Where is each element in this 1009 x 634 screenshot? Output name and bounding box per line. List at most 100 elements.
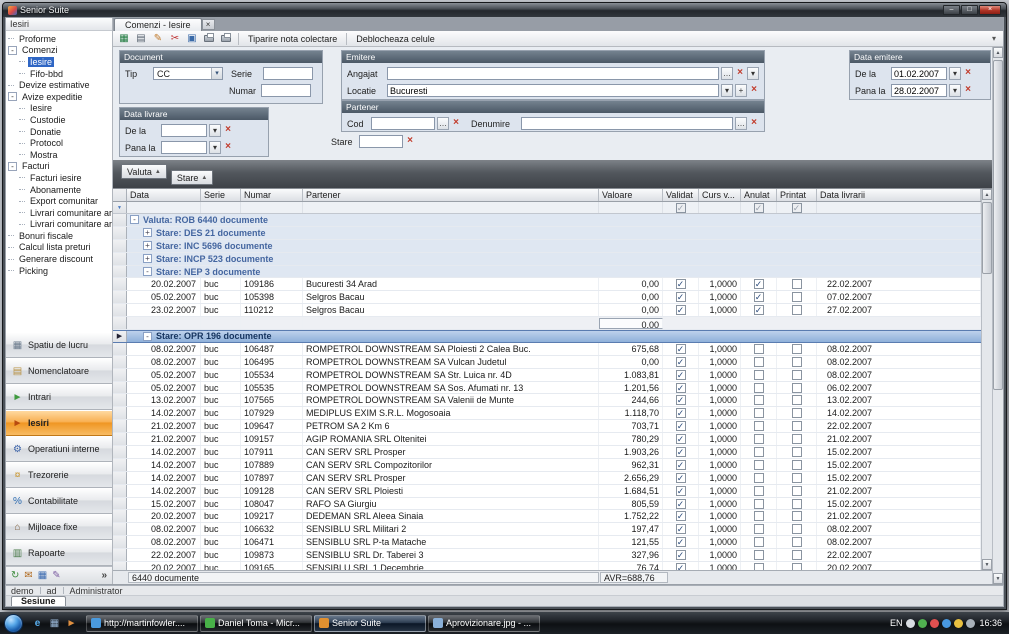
refresh-icon[interactable]: ↻	[11, 570, 19, 581]
group-row[interactable]: ▶-Stare: OPR 196 documente	[113, 330, 981, 343]
deblocheaza-celule-button[interactable]: Deblocheaza celule	[351, 32, 440, 46]
checkbox[interactable]	[754, 563, 764, 570]
table-row[interactable]: 23.02.2007buc110212Selgros Bacau0,00✓1,0…	[113, 304, 981, 317]
filter-cell[interactable]	[303, 202, 599, 213]
partener-panel-header[interactable]: Partener	[342, 101, 764, 113]
checkbox[interactable]: ✓	[676, 473, 686, 483]
clear-icon[interactable]: ×	[405, 135, 415, 148]
filter-icon[interactable]: ▼	[117, 205, 122, 211]
grid-icon[interactable]: ▦	[38, 570, 47, 581]
calendar-dropdown-icon[interactable]: ▾	[209, 124, 221, 137]
maximize-button[interactable]: □	[961, 5, 978, 15]
pana-la-date-input[interactable]	[891, 84, 947, 97]
tray-icon[interactable]	[930, 619, 939, 628]
group-expand-icon[interactable]: -	[143, 332, 152, 341]
tip-select[interactable]: CC▾	[153, 67, 223, 80]
cod-input[interactable]	[371, 117, 435, 130]
group-expand-icon[interactable]: -	[143, 267, 152, 276]
filter-cell[interactable]	[817, 202, 981, 213]
tray-icon[interactable]	[906, 619, 915, 628]
column-header-curs-valutar[interactable]: Curs v...	[699, 189, 741, 201]
statusbar-item-demo[interactable]: demo	[11, 586, 34, 596]
checkbox[interactable]: ✓	[676, 563, 686, 570]
tree-item[interactable]: Picking	[6, 265, 112, 277]
serie-input[interactable]	[263, 67, 313, 80]
cut-icon[interactable]: ✂	[167, 32, 183, 46]
tree-item[interactable]: -Avize expeditie	[6, 91, 112, 103]
table-row[interactable]: 15.02.2007buc108047RAFO SA Giurgiu805,59…	[113, 498, 981, 511]
task-button[interactable]: http://martinfowler....	[86, 615, 198, 632]
checkbox[interactable]: ✓	[676, 357, 686, 367]
tree-item[interactable]: Mostra	[6, 149, 112, 161]
checkbox[interactable]	[792, 460, 802, 470]
group-expand-icon[interactable]: +	[143, 254, 152, 263]
tree-item[interactable]: Livrari comunitare art 14...	[6, 219, 112, 231]
tree-item[interactable]: -Facturi	[6, 161, 112, 173]
ie-icon[interactable]: e	[30, 616, 45, 631]
close-button[interactable]: ×	[979, 5, 1001, 15]
checkbox[interactable]	[754, 434, 764, 444]
scroll-up-icon[interactable]: ▲	[993, 47, 1003, 58]
calendar-dropdown-icon[interactable]: ▾	[209, 141, 221, 154]
data-emitere-panel-header[interactable]: Data emitere	[850, 51, 990, 63]
edit-icon[interactable]: ✎	[150, 32, 166, 46]
group-row[interactable]: -Stare: NEP 3 documente	[113, 266, 981, 279]
table-row[interactable]: 22.02.2007buc109873SENSIBLU SRL Dr. Tabe…	[113, 549, 981, 562]
tray-icon[interactable]	[954, 619, 963, 628]
checkbox[interactable]: ✓	[676, 511, 686, 521]
tiparire-nota-colectare-button[interactable]: Tiparire nota colectare	[243, 32, 342, 46]
ellipsis-button[interactable]: …	[437, 117, 449, 130]
group-button-valuta[interactable]: Valuta▲	[121, 164, 167, 179]
validat-filter-checkbox[interactable]: ✓	[676, 203, 686, 213]
group-row[interactable]: +Stare: DES 21 documente	[113, 227, 981, 240]
checkbox[interactable]	[792, 511, 802, 521]
checkbox[interactable]	[754, 486, 764, 496]
checkbox[interactable]	[792, 563, 802, 570]
task-button[interactable]: Aprovizionare.jpg - ...	[428, 615, 540, 632]
clear-icon[interactable]: ×	[963, 84, 973, 97]
checkbox[interactable]	[792, 370, 802, 380]
group-row[interactable]: +Stare: INC 5696 documente	[113, 240, 981, 253]
tree-expand-icon[interactable]: -	[8, 92, 17, 101]
table-row[interactable]: 14.02.2007buc107889CAN SERV SRL Compozit…	[113, 459, 981, 472]
table-row[interactable]: 05.02.2007buc105534ROMPETROL DOWNSTREAM …	[113, 369, 981, 382]
tab-close-button[interactable]: ×	[202, 19, 215, 30]
table-row[interactable]: 20.02.2007buc109217DEDEMAN SRL Aleea Sin…	[113, 510, 981, 523]
checkbox[interactable]: ✓	[676, 421, 686, 431]
statusbar-item-ad[interactable]: ad	[47, 586, 57, 596]
checkbox[interactable]: ✓	[676, 292, 686, 302]
filter-cell[interactable]	[201, 202, 241, 213]
tree-item[interactable]: Generare discount	[6, 253, 112, 265]
checkbox[interactable]: ✓	[676, 550, 686, 560]
group-row[interactable]: -Valuta: ROB 6440 documente	[113, 214, 981, 227]
table-row[interactable]: 20.02.2007buc109186Bucuresti 34 Arad0,00…	[113, 278, 981, 291]
chevron-down-icon[interactable]: ▾	[721, 84, 733, 97]
ellipsis-button[interactable]: …	[735, 117, 747, 130]
checkbox[interactable]	[792, 447, 802, 457]
grid-scrollbar[interactable]: ▲ ▼	[981, 189, 992, 570]
tree-item[interactable]: Donatie	[6, 126, 112, 138]
stare-input[interactable]	[359, 135, 403, 148]
checkbox[interactable]: ✓	[676, 395, 686, 405]
main-scrollbar[interactable]: ▲ ▼	[992, 47, 1003, 584]
checkbox[interactable]	[754, 550, 764, 560]
column-header-valoare[interactable]: Valoare	[599, 189, 663, 201]
table-row[interactable]: 13.02.2007buc107565ROMPETROL DOWNSTREAM …	[113, 394, 981, 407]
checkbox[interactable]: ✓	[676, 460, 686, 470]
checkbox[interactable]	[792, 305, 802, 315]
mail-icon[interactable]: ✉	[24, 570, 32, 581]
sidebar-section-rapoarte[interactable]: ▥Rapoarte	[6, 540, 112, 566]
table-row[interactable]: 14.02.2007buc109128CAN SERV SRL Ploiesti…	[113, 485, 981, 498]
checkbox[interactable]: ✓	[676, 279, 686, 289]
sidebar-section-trezorerie[interactable]: ¤Trezorerie	[6, 462, 112, 488]
statusbar-item-administrator[interactable]: Administrator	[70, 586, 123, 596]
tree-item[interactable]: Export comunitar	[6, 195, 112, 207]
tray-icon[interactable]	[966, 619, 975, 628]
group-row[interactable]: +Stare: INCP 523 documente	[113, 253, 981, 266]
filter-cell[interactable]: ✓	[741, 202, 777, 213]
sidebar-section-spatiu-de-lucru[interactable]: ▦Spatiu de lucru	[6, 332, 112, 358]
table-row[interactable]: 05.02.2007buc105398Selgros Bacau0,00✓1,0…	[113, 291, 981, 304]
print-preview-icon[interactable]	[218, 32, 234, 46]
denumire-input[interactable]	[521, 117, 733, 130]
checkbox[interactable]	[754, 473, 764, 483]
